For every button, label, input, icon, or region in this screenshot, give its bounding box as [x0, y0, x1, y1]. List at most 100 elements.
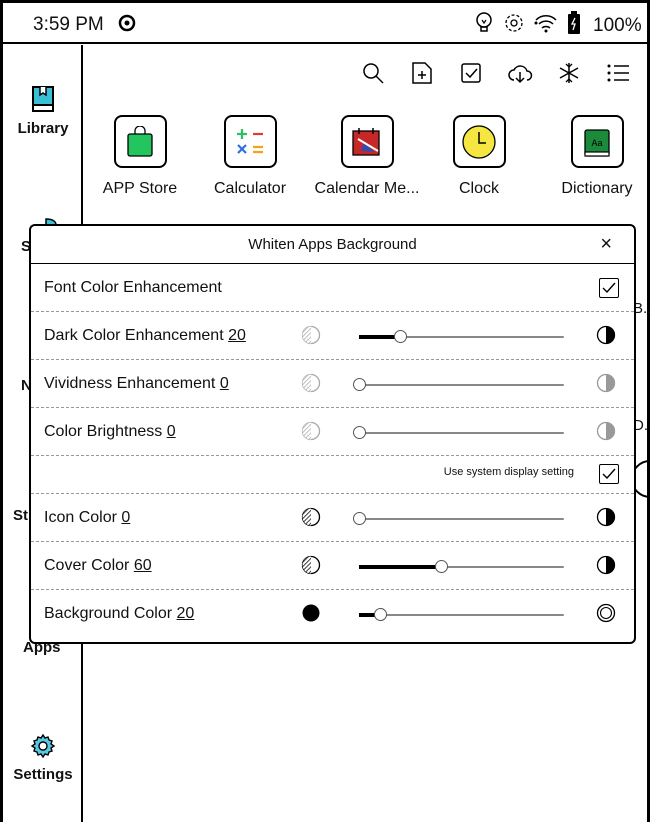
slider-row: Icon Color 0	[31, 494, 634, 542]
contrast-low-icon	[301, 421, 321, 446]
clock-icon	[452, 115, 506, 168]
slider-value: 20	[228, 327, 246, 344]
check-icon	[602, 282, 616, 294]
slider-label: Cover Color 60	[44, 557, 152, 575]
contrast-high-icon	[596, 421, 616, 446]
app-store-icon	[113, 115, 167, 168]
slider-knob[interactable]	[353, 512, 366, 525]
slider-label-text: Icon Color	[44, 509, 117, 526]
app-app-store[interactable]: APP Store	[80, 115, 200, 198]
partial-circle-icon	[636, 460, 650, 498]
sidebar-item-library[interactable]: Library	[3, 85, 83, 137]
dialog-title: Whiten Apps Background	[248, 236, 417, 253]
contrast-high-icon	[596, 325, 616, 350]
slider-label-text: Background Color	[44, 605, 173, 622]
library-icon	[32, 86, 54, 112]
sidebar-item-settings[interactable]: Settings	[3, 733, 83, 783]
gear-icon	[30, 733, 56, 759]
slider-track[interactable]	[353, 378, 564, 391]
slider-rail	[359, 614, 564, 616]
add-file-icon[interactable]	[409, 60, 435, 86]
contrast-high-icon	[596, 507, 616, 532]
contrast-low-icon	[301, 507, 321, 532]
slider-label-text: Dark Color Enhancement	[44, 327, 224, 344]
close-button[interactable]: ×	[600, 233, 612, 256]
slider-track[interactable]	[359, 608, 564, 621]
app-calculator[interactable]: Calculator	[190, 115, 310, 198]
slider-track[interactable]	[359, 330, 564, 343]
slider-value: 0	[121, 509, 131, 526]
sidebar-item-label: Settings	[13, 766, 73, 783]
slider-track[interactable]	[353, 426, 564, 439]
contrast-low-icon	[301, 373, 321, 398]
slider-label-text: Color Brightness	[44, 423, 163, 440]
slider-row: Vividness Enhancement 0	[31, 360, 634, 408]
slider-label: Vividness Enhancement 0	[44, 375, 229, 393]
slider-knob[interactable]	[353, 426, 366, 439]
app-calendar-memo[interactable]: Calendar Me...	[307, 115, 427, 198]
slider-knob[interactable]	[353, 378, 366, 391]
app-label: Clock	[458, 180, 499, 197]
dictionary-glyph: Aa	[591, 138, 602, 148]
toolbar	[360, 60, 631, 86]
battery-icon	[567, 11, 581, 40]
bulb-icon[interactable]	[473, 11, 495, 40]
slider-knob[interactable]	[394, 330, 407, 343]
cloud-download-icon[interactable]	[507, 60, 533, 86]
slider-value: 0	[219, 375, 229, 392]
slider-label: Color Brightness 0	[44, 423, 176, 441]
search-icon[interactable]	[360, 60, 386, 86]
system-setting-label: Use system display setting	[443, 466, 574, 478]
status-icons: 100%	[473, 11, 642, 40]
slider-label-text: Vividness Enhancement	[44, 375, 216, 392]
slider-fill	[359, 565, 441, 569]
check-icon	[602, 468, 616, 480]
calendar-icon	[340, 115, 394, 168]
system-setting-row: Use system display setting	[31, 456, 634, 494]
slider-rail	[359, 432, 564, 434]
slider-label: Icon Color 0	[44, 509, 130, 527]
light-circle-icon	[596, 603, 616, 628]
slider-label: Dark Color Enhancement 20	[44, 327, 246, 345]
slider-track[interactable]	[359, 560, 564, 573]
slider-knob[interactable]	[435, 560, 448, 573]
contrast-high-icon	[596, 555, 616, 580]
font-color-row: Font Color Enhancement	[31, 264, 634, 312]
slider-label-text: Cover Color	[44, 557, 130, 574]
wifi-icon[interactable]	[533, 12, 559, 39]
status-time: 3:59 PM	[33, 14, 104, 35]
app-label: Calculator	[213, 180, 287, 197]
contrast-low-icon	[301, 325, 321, 350]
freeze-icon[interactable]	[556, 60, 582, 86]
slider-rail	[359, 518, 564, 520]
slider-track[interactable]	[353, 512, 564, 525]
slider-row: Color Brightness 0	[31, 408, 634, 456]
slider-row: Cover Color 60	[31, 542, 634, 590]
sync-icon	[117, 13, 137, 38]
app-clock[interactable]: Clock	[419, 115, 539, 198]
slider-knob[interactable]	[373, 608, 387, 621]
select-icon[interactable]	[458, 60, 484, 86]
app-label: Calendar Me...	[314, 180, 420, 197]
dark-circle-icon	[301, 603, 321, 628]
app-dictionary[interactable]: Aa Dictionary	[537, 115, 650, 198]
system-setting-checkbox[interactable]	[599, 464, 619, 484]
list-view-icon[interactable]	[605, 60, 631, 86]
slider-rail	[359, 384, 564, 386]
slider-value: 20	[176, 605, 195, 622]
app-label: Dictionary	[561, 180, 633, 197]
slider-value: 60	[133, 557, 152, 574]
contrast-low-icon	[301, 555, 321, 580]
status-bar: 3:59 PM 100%	[3, 3, 647, 44]
dialog-header: Whiten Apps Background ×	[31, 226, 634, 264]
whiten-apps-dialog: Whiten Apps Background × Font Color Enha…	[29, 224, 636, 644]
slider-label: Background Color 20	[44, 605, 194, 623]
refresh-mode-icon[interactable]	[503, 12, 525, 39]
battery-percent: 100%	[593, 14, 642, 36]
slider-value: 0	[166, 423, 176, 440]
app-label: APP Store	[102, 180, 178, 197]
slider-row: Background Color 20	[31, 590, 634, 638]
font-color-checkbox[interactable]	[599, 278, 619, 298]
font-color-label: Font Color Enhancement	[44, 279, 222, 296]
dictionary-icon: Aa	[570, 115, 624, 168]
